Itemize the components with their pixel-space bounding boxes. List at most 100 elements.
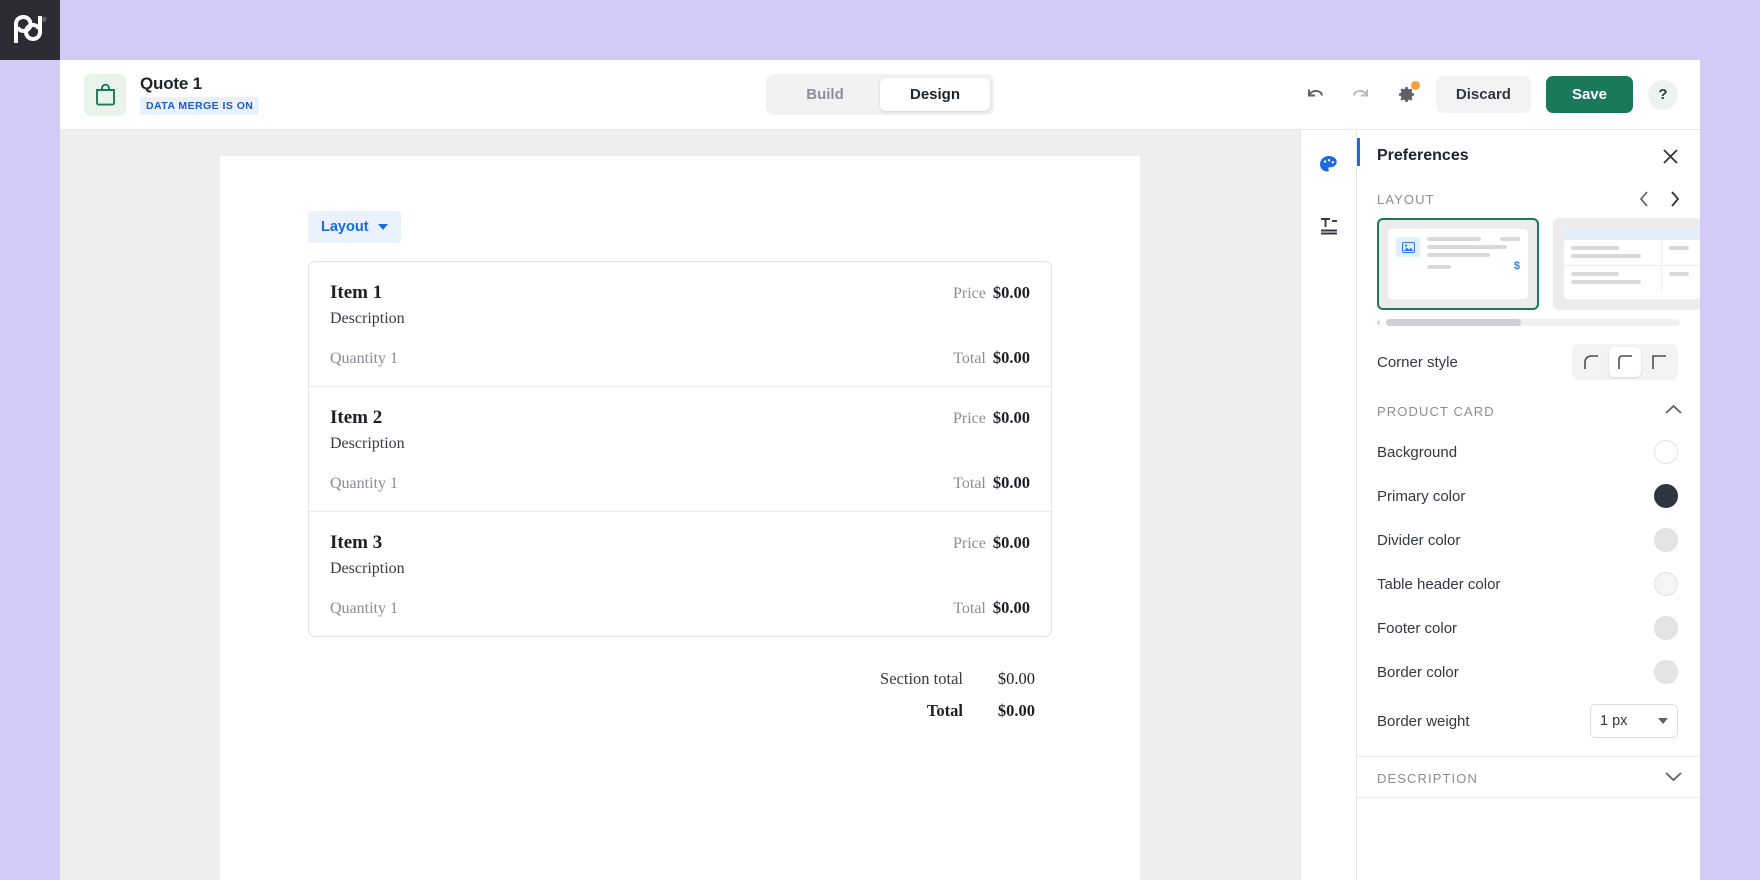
status-badge: DATA MERGE IS ON xyxy=(140,97,260,115)
preferences-title: Preferences xyxy=(1377,147,1469,164)
app-window: Quote 1 DATA MERGE IS ON Build Design Di… xyxy=(60,60,1700,880)
item-description: Description xyxy=(330,310,405,327)
grand-total-label: Total xyxy=(926,701,963,720)
notification-dot xyxy=(1409,79,1421,91)
layout-thumb-table[interactable] xyxy=(1553,218,1700,310)
product-card-section-header[interactable]: PRODUCT CARD xyxy=(1357,390,1700,430)
chevron-down-icon[interactable] xyxy=(1665,769,1682,787)
divider-color-swatch[interactable] xyxy=(1654,528,1678,552)
sidebar-item-design[interactable] xyxy=(1312,148,1346,182)
redo-button[interactable] xyxy=(1346,80,1376,110)
layout-section-title: LAYOUT xyxy=(1377,191,1435,207)
total-label: Total xyxy=(953,475,986,492)
border-weight-row: Border weight 1 px xyxy=(1357,694,1700,748)
table-row[interactable]: Item 3 Description Price $0.00 Quantity 1 xyxy=(309,512,1051,636)
table-row[interactable]: Item 1 Description Price $0.00 Quantity 1 xyxy=(309,262,1051,387)
description-section-header[interactable]: DESCRIPTION xyxy=(1357,757,1700,798)
border-color-swatch[interactable] xyxy=(1654,660,1678,684)
grand-total-value: $0.00 xyxy=(997,701,1035,720)
corner-option-rounded[interactable] xyxy=(1575,347,1607,377)
total-value: $0.00 xyxy=(992,473,1030,492)
settings-button[interactable] xyxy=(1391,79,1421,110)
chevron-left-icon[interactable] xyxy=(1636,190,1652,208)
scrollbar-track[interactable] xyxy=(1386,319,1680,326)
layout-thumb-card[interactable]: $ xyxy=(1377,218,1539,310)
layout-thumbnails: $ xyxy=(1357,218,1700,310)
grand-total-row: Total $0.00 xyxy=(308,695,1052,727)
chevron-right-icon[interactable] xyxy=(1666,190,1682,208)
product-card-section-title: PRODUCT CARD xyxy=(1377,403,1495,419)
footer-color-swatch[interactable] xyxy=(1654,616,1678,640)
scrollbar-thumb[interactable] xyxy=(1386,319,1522,326)
corner-option-semi-rounded[interactable] xyxy=(1609,347,1641,377)
app-root: ® Quote 1 DATA MERGE IS ON Build Design xyxy=(0,0,1760,880)
background-color-swatch[interactable] xyxy=(1654,440,1678,464)
section-total-row: Section total $0.00 xyxy=(308,663,1052,695)
price-value: $0.00 xyxy=(992,533,1030,552)
corner-style-options xyxy=(1572,344,1678,380)
close-icon[interactable] xyxy=(1658,144,1682,168)
item-quantity: Quantity 1 xyxy=(330,600,398,617)
item-name: Item 2 xyxy=(330,407,383,428)
primary-color-swatch[interactable] xyxy=(1654,484,1678,508)
description-section-title: DESCRIPTION xyxy=(1377,770,1478,786)
mode-tabs: Build Design xyxy=(766,74,994,115)
undo-button[interactable] xyxy=(1301,80,1331,110)
section-total-label: Section total xyxy=(880,669,963,688)
item-name: Item 3 xyxy=(330,532,383,553)
corner-style-label: Corner style xyxy=(1377,353,1458,371)
table-header-color-label: Table header color xyxy=(1377,575,1501,593)
item-description: Description xyxy=(330,560,405,577)
background-color-row: Background xyxy=(1357,430,1700,474)
footer-color-label: Footer color xyxy=(1377,619,1458,637)
document-canvas: Layout Item 1 Description Price $0.00 Qu… xyxy=(60,130,1300,880)
document-page: Layout Item 1 Description Price $0.00 Qu… xyxy=(220,156,1140,880)
item-total: Total $0.00 xyxy=(953,348,1030,368)
body-area: Layout Item 1 Description Price $0.00 Qu… xyxy=(60,130,1700,880)
svg-text:®: ® xyxy=(42,17,47,24)
background-color-label: Background xyxy=(1377,443,1458,461)
item-price: Price $0.00 xyxy=(953,408,1030,428)
layout-dropdown-label: Layout xyxy=(321,219,369,235)
divider-color-label: Divider color xyxy=(1377,531,1461,549)
item-quantity: Quantity 1 xyxy=(330,350,398,367)
help-button[interactable]: ? xyxy=(1648,79,1678,110)
item-total: Total $0.00 xyxy=(953,598,1030,618)
footer-color-row: Footer color xyxy=(1357,606,1700,650)
total-label: Total xyxy=(953,600,986,617)
price-value: $0.00 xyxy=(992,283,1030,302)
thumbnail-scrollbar[interactable]: ‹ xyxy=(1357,310,1700,328)
sidebar-item-text-style[interactable] xyxy=(1312,208,1346,242)
chevron-up-icon[interactable] xyxy=(1665,402,1682,420)
product-card: Item 1 Description Price $0.00 Quantity 1 xyxy=(308,261,1052,637)
corner-option-sharp[interactable] xyxy=(1643,347,1675,377)
chevron-down-icon xyxy=(377,224,388,230)
totals-section: Section total $0.00 Total $0.00 xyxy=(308,663,1052,727)
border-color-label: Border color xyxy=(1377,663,1459,681)
tab-build[interactable]: Build xyxy=(770,78,880,111)
scroll-left-icon[interactable]: ‹ xyxy=(1377,317,1380,328)
total-value: $0.00 xyxy=(992,348,1030,367)
layout-dropdown-button[interactable]: Layout xyxy=(308,211,401,243)
sidebar-rail xyxy=(1300,130,1356,880)
discard-button[interactable]: Discard xyxy=(1435,76,1531,113)
item-name: Item 1 xyxy=(330,282,383,303)
image-placeholder-icon xyxy=(1396,237,1420,257)
pd-logo-icon: ® xyxy=(14,15,47,43)
top-actions: Discard Save ? xyxy=(1301,76,1678,113)
price-label: Price xyxy=(953,285,986,302)
tab-design[interactable]: Design xyxy=(880,78,990,111)
pandadoc-logo[interactable]: ® xyxy=(0,0,60,60)
save-button[interactable]: Save xyxy=(1545,76,1633,113)
item-description: Description xyxy=(330,435,405,452)
border-color-row: Border color xyxy=(1357,650,1700,694)
item-price: Price $0.00 xyxy=(953,283,1030,303)
item-quantity: Quantity 1 xyxy=(330,475,398,492)
table-row[interactable]: Item 2 Description Price $0.00 Quantity 1 xyxy=(309,387,1051,512)
border-weight-select[interactable]: 1 px xyxy=(1590,704,1678,738)
layout-nav xyxy=(1636,190,1682,208)
chevron-down-icon xyxy=(1658,718,1668,724)
palette-icon xyxy=(1319,156,1337,172)
total-value: $0.00 xyxy=(992,598,1030,617)
table-header-color-swatch[interactable] xyxy=(1654,572,1678,596)
